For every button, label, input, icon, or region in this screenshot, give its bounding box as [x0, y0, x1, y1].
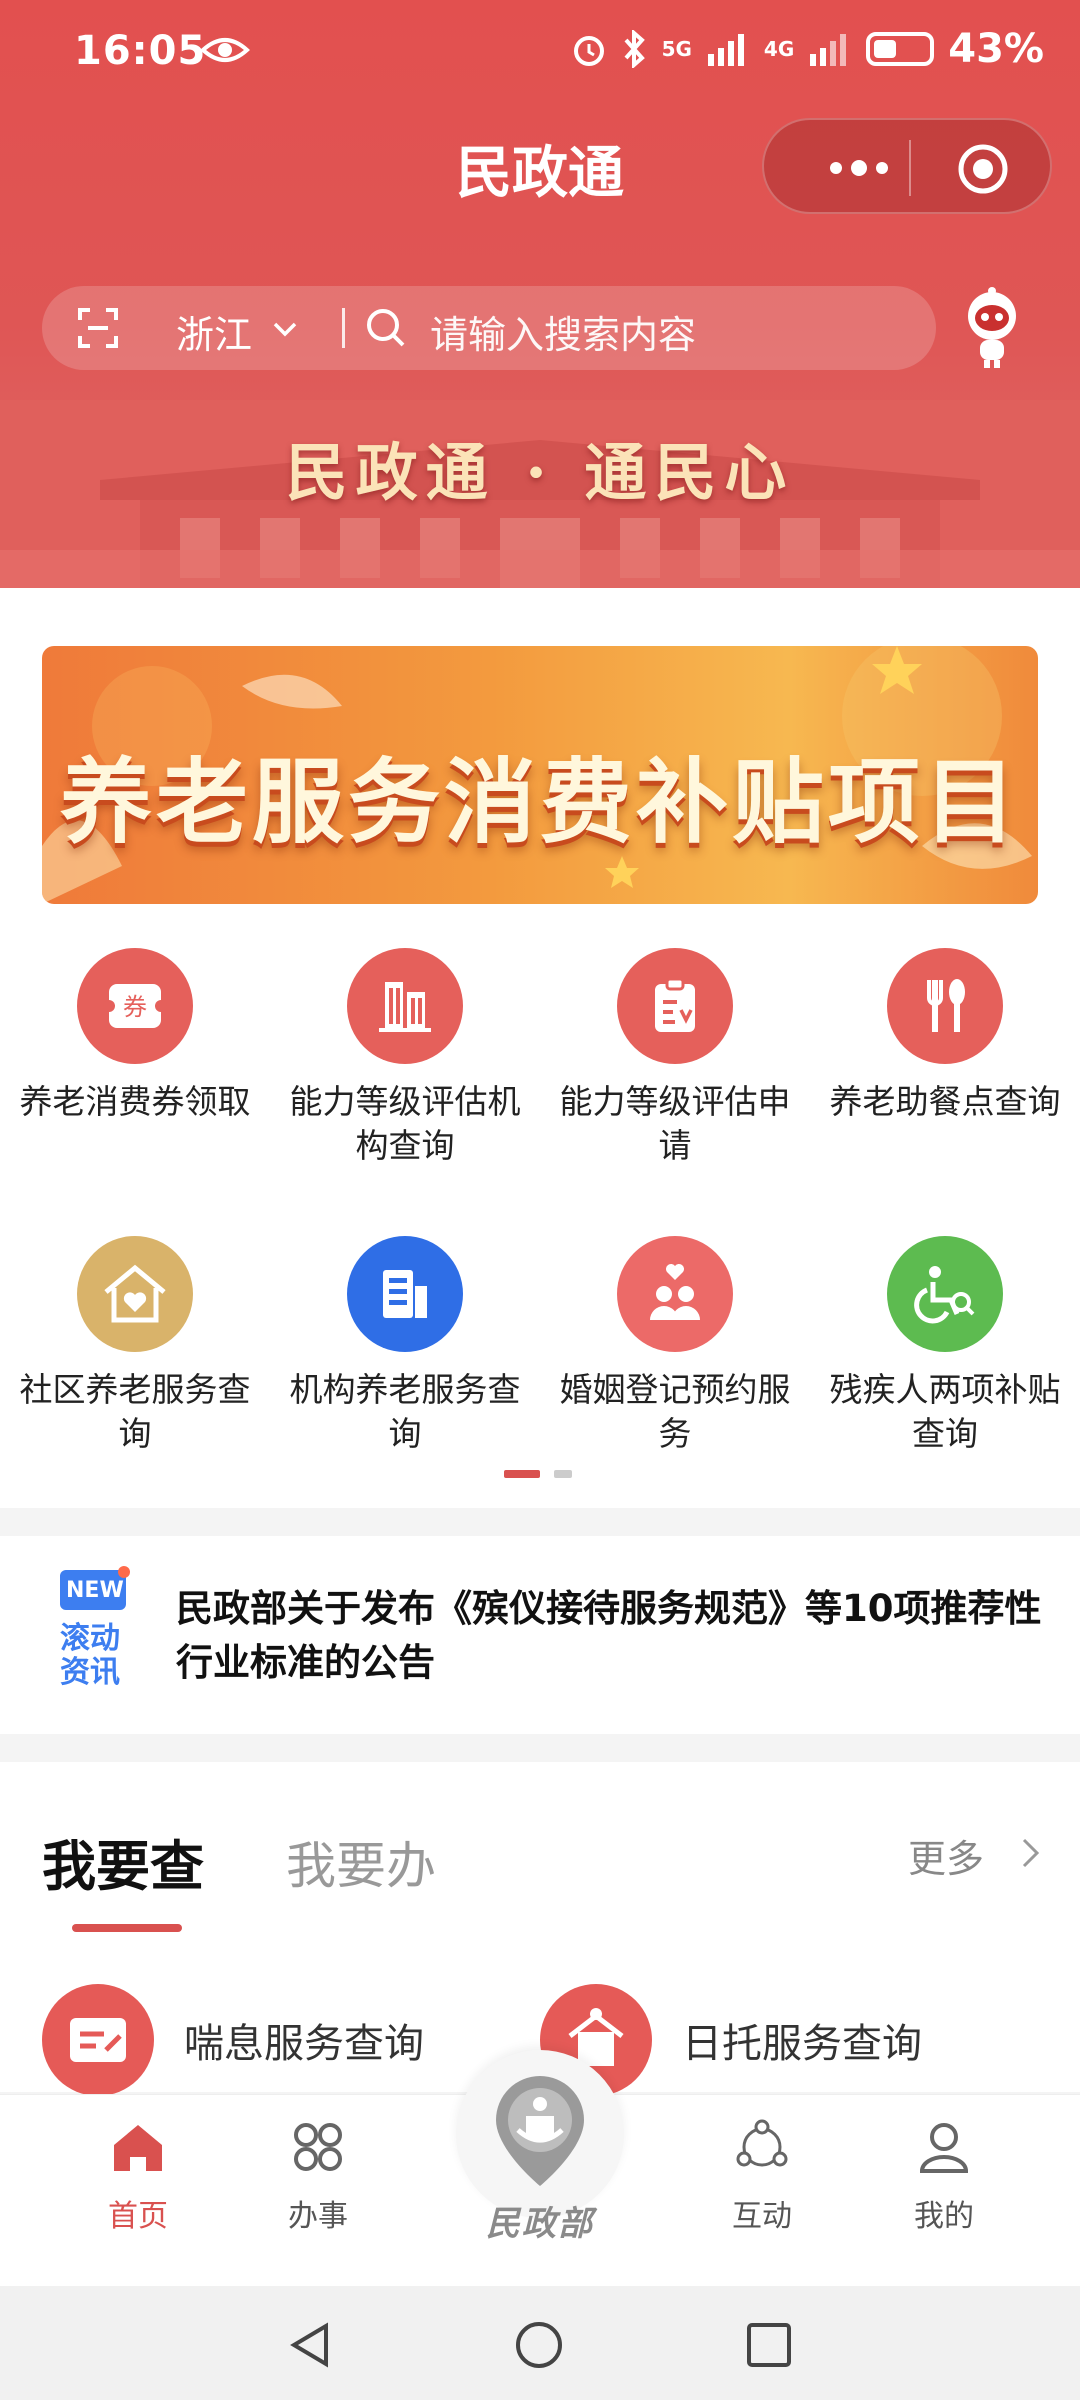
news-badge-new: NEW [66, 1578, 124, 1603]
service-marriage[interactable]: 婚姻登记预约服务 [540, 1236, 810, 1456]
search-icon [367, 309, 405, 347]
page: 16:05 5G 4G 43% 民政通 浙江 请输入搜索内容 民政通 · 通民心… [0, 0, 1080, 2400]
status-bar: 16:05 5G 4G 43% [0, 0, 1080, 100]
news-ticker[interactable]: NEW 滚动资讯 民政部关于发布《殡仪接待服务规范》等10项推荐性行业标准的公告 [0, 1536, 1080, 1734]
main-content: 养老服务消费补贴项目 券 养老消费券领取 能力等级评估机构查询 能力等级评估申请… [0, 588, 1080, 1508]
service-label: 日托服务查询 [682, 2021, 922, 2067]
nav-label: 办事 [288, 2199, 348, 2234]
service-label: 能力等级评估申请 [559, 1082, 791, 1165]
nav-services[interactable]: 办事 [248, 2115, 388, 2235]
chevron-right-icon[interactable] [1018, 1836, 1044, 1870]
service-label: 养老助餐点查询 [829, 1082, 1061, 1121]
promo-title: 养老服务消费补贴项目 [59, 749, 1020, 856]
alarm-icon [573, 36, 604, 66]
pager-dot-active [504, 1470, 540, 1478]
service-label: 能力等级评估机构查询 [289, 1082, 521, 1165]
capsule-divider [909, 140, 911, 196]
system-nav-bar [0, 2286, 1080, 2400]
search-input[interactable]: 请输入搜索内容 [430, 304, 696, 359]
net-5g: 5G [661, 37, 692, 61]
institution-icon [347, 1236, 463, 1352]
promo-banner[interactable]: 养老服务消费补贴项目 [42, 646, 1038, 904]
hero-banner: 民政通 · 通民心 [0, 400, 1080, 588]
apps-icon [294, 2123, 342, 2171]
service-label: 残疾人两项补贴查询 [829, 1370, 1061, 1453]
nav-label: 首页 [108, 2199, 168, 2234]
scan-icon[interactable] [76, 306, 120, 350]
status-right: 5G 4G 43% [570, 26, 1044, 72]
chevron-down-icon[interactable] [270, 314, 300, 344]
service-label: 养老消费券领取 [19, 1082, 251, 1121]
pager-dot [554, 1470, 572, 1478]
building-icon [347, 948, 463, 1064]
service-assessment-apply[interactable]: 能力等级评估申请 [540, 948, 810, 1168]
nav-ministry-label: 民政部 [486, 2204, 594, 2244]
home-heart-icon [77, 1236, 193, 1352]
tab-underline [72, 1924, 182, 1932]
search-divider [342, 308, 345, 348]
share-nodes-icon [736, 2119, 788, 2167]
news-headline[interactable]: 民政部关于发布《殡仪接待服务规范》等10项推荐性行业标准的公告 [176, 1582, 1056, 1690]
back-icon[interactable] [286, 2320, 336, 2370]
fork-spoon-icon [887, 948, 1003, 1064]
ministry-logo-icon [496, 2076, 584, 2186]
service-label: 喘息服务查询 [184, 2021, 424, 2067]
coupon-icon: 券 [77, 948, 193, 1064]
net-4g: 4G [763, 37, 795, 61]
bluetooth-icon [624, 30, 645, 68]
form-edit-icon [42, 1984, 154, 2096]
region-selector[interactable]: 浙江 [176, 304, 252, 359]
close-target-icon[interactable] [956, 142, 1010, 196]
user-icon [919, 2123, 969, 2173]
query-section: 我要查 我要办 更多 喘息服务查询 日托服务查询 [0, 1762, 1080, 2096]
status-time: 16:05 [74, 28, 207, 74]
service-label: 婚姻登记预约服务 [559, 1370, 791, 1453]
service-community[interactable]: 社区养老服务查询 [0, 1236, 270, 1456]
service-label: 机构养老服务查询 [289, 1370, 521, 1453]
recents-icon[interactable] [744, 2320, 794, 2370]
tab-handle[interactable]: 我要办 [286, 1826, 436, 1898]
grid-pager [504, 1470, 572, 1478]
assistant-robot-icon[interactable] [950, 286, 1034, 370]
service-respite-query[interactable]: 喘息服务查询 [42, 1984, 424, 2096]
more-link[interactable]: 更多 [908, 1828, 984, 1883]
svg-text:券: 券 [123, 993, 147, 1021]
tab-query[interactable]: 我要查 [42, 1822, 204, 1901]
signal-icon-2 [810, 34, 847, 66]
battery-level: 43% [948, 26, 1044, 72]
wheelchair-search-icon [887, 1236, 1003, 1352]
home-icon [114, 2125, 162, 2171]
clipboard-icon [617, 948, 733, 1064]
mini-program-capsule [762, 118, 1052, 214]
hero-slogan: 民政通 · 通民心 [285, 436, 795, 509]
nav-mine[interactable]: 我的 [874, 2115, 1014, 2235]
header-area: 16:05 5G 4G 43% 民政通 浙江 请输入搜索内容 民政通 · 通民心 [0, 0, 1080, 588]
nav-interact[interactable]: 互动 [692, 2115, 832, 2235]
home-circle-icon[interactable] [514, 2320, 564, 2370]
eye-icon [200, 38, 250, 62]
nav-label: 我的 [914, 2199, 974, 2234]
search-bar[interactable]: 浙江 请输入搜索内容 [42, 286, 936, 370]
service-meal-point[interactable]: 养老助餐点查询 [810, 948, 1080, 1124]
service-disability[interactable]: 残疾人两项补贴查询 [810, 1236, 1080, 1456]
signal-icon [707, 34, 744, 66]
service-label: 社区养老服务查询 [19, 1370, 251, 1453]
service-voucher[interactable]: 券 养老消费券领取 [0, 948, 270, 1124]
more-dots-icon[interactable] [824, 154, 894, 182]
nav-label: 互动 [732, 2199, 792, 2234]
battery-icon [866, 32, 935, 66]
service-assessment-org[interactable]: 能力等级评估机构查询 [270, 948, 540, 1168]
nav-ministry[interactable] [456, 2050, 624, 2218]
service-institution[interactable]: 机构养老服务查询 [270, 1236, 540, 1456]
couple-icon [617, 1236, 733, 1352]
news-badge-label: 滚动资讯 [60, 1621, 120, 1690]
nav-home[interactable]: 首页 [68, 2115, 208, 2235]
